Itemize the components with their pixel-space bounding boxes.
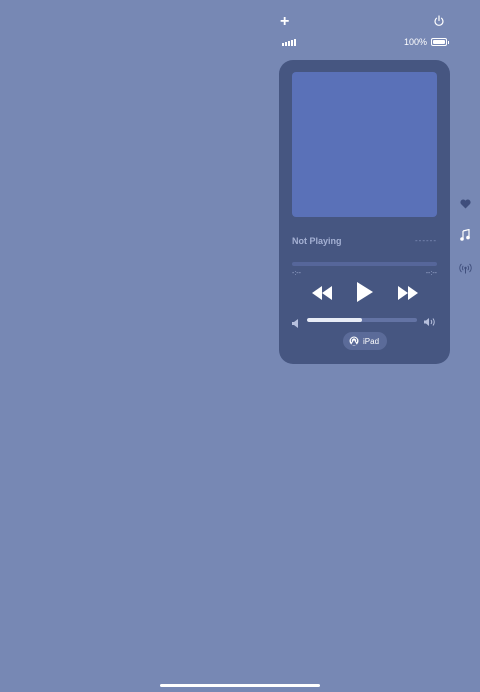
heart-icon: [460, 199, 471, 209]
play-icon: [357, 282, 373, 302]
time-remaining: --:--: [425, 270, 437, 277]
track-title: Not Playing: [292, 236, 342, 246]
fast-forward-button[interactable]: [397, 286, 419, 300]
add-button[interactable]: +: [280, 13, 290, 30]
battery-icon: [431, 38, 449, 46]
connectivity-page-button[interactable]: [459, 261, 472, 279]
power-button[interactable]: [433, 14, 445, 32]
cellular-signal-icon: [282, 38, 296, 46]
airplay-output-button[interactable]: iPad: [343, 332, 388, 350]
music-page-button[interactable]: [460, 228, 470, 246]
volume-high-icon: [424, 314, 437, 332]
playback-scrubber[interactable]: [292, 262, 437, 266]
now-playing-panel: Not Playing ------ -:-- --:-- iPad: [279, 60, 450, 364]
music-note-icon: [460, 228, 470, 241]
home-indicator[interactable]: [160, 684, 320, 687]
airplay-icon: [349, 336, 359, 346]
rewind-button[interactable]: [311, 286, 333, 300]
rewind-icon: [312, 286, 332, 300]
volume-low-icon: [292, 315, 300, 333]
album-artwork[interactable]: [292, 72, 437, 217]
time-elapsed: -:--: [292, 270, 301, 277]
volume-slider[interactable]: [307, 318, 417, 322]
output-device-label: iPad: [363, 336, 380, 346]
play-button[interactable]: [356, 282, 374, 302]
battery-percentage: 100%: [404, 37, 428, 47]
favorites-page-button[interactable]: [460, 196, 471, 214]
plus-icon: +: [280, 13, 290, 30]
track-artist: ------: [415, 236, 437, 245]
fast-forward-icon: [398, 286, 418, 300]
radio-broadcast-icon: [459, 263, 472, 274]
power-icon: [434, 15, 444, 26]
battery-level-fill: [433, 40, 445, 44]
volume-slider-fill: [307, 318, 362, 322]
